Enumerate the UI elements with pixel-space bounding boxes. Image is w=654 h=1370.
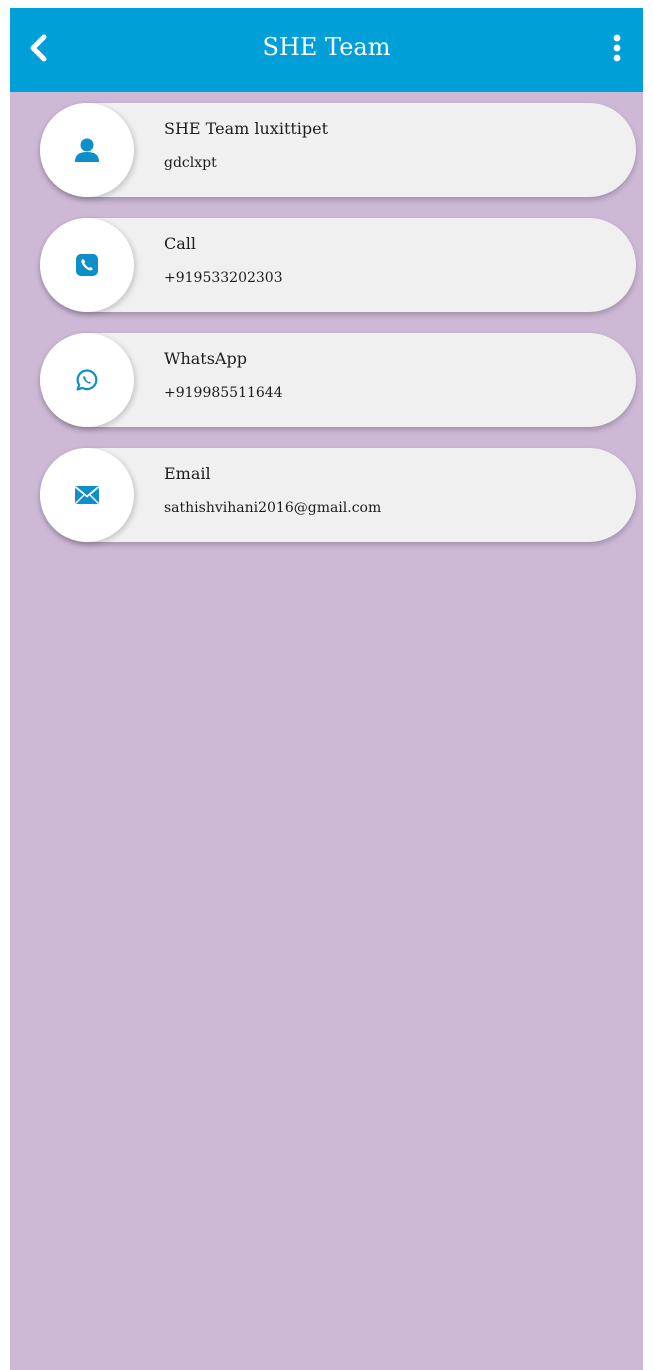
phone-icon (76, 254, 98, 276)
contact-card-call[interactable]: Call +919533202303 (40, 218, 636, 312)
email-address: sathishvihani2016@gmail.com (164, 500, 382, 516)
whatsapp-label: WhatsApp (164, 349, 247, 368)
contact-location: gdclxpt (164, 155, 217, 171)
whatsapp-number: +919985511644 (164, 385, 283, 401)
contact-name: SHE Team luxittipet (164, 119, 329, 138)
page-title: SHE Team (262, 33, 391, 61)
icon-circle (40, 448, 134, 542)
mail-icon (74, 486, 100, 504)
icon-circle (40, 333, 134, 427)
email-label: Email (164, 464, 211, 483)
call-number: +919533202303 (164, 270, 283, 286)
contact-card-name: SHE Team luxittipet gdclxpt (40, 103, 636, 197)
whatsapp-icon (76, 369, 98, 391)
contact-card-whatsapp[interactable]: WhatsApp +919985511644 (40, 333, 636, 427)
contact-card-email[interactable]: Email sathishvihani2016@gmail.com (40, 448, 636, 542)
call-label: Call (164, 234, 197, 253)
icon-circle (40, 218, 134, 312)
more-options-button[interactable] (605, 28, 629, 68)
app-bar: SHE Team (10, 8, 643, 92)
more-vertical-icon (613, 34, 621, 62)
icon-circle (40, 103, 134, 197)
contact-screen: SHE Team SHE Team luxittipet gdclxpt Cal… (10, 8, 643, 1370)
person-icon (75, 138, 99, 162)
